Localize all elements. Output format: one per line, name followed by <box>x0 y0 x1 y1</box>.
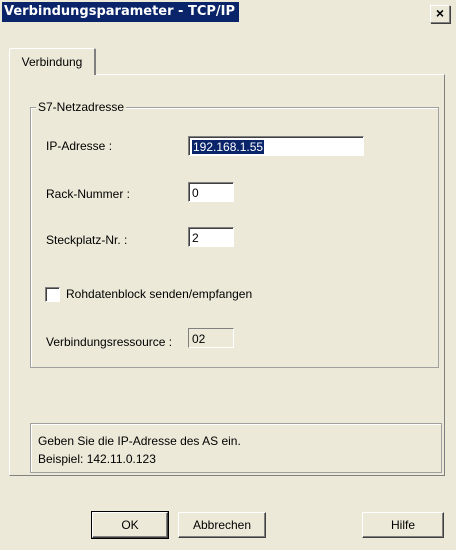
help-button-label: Hilfe <box>390 518 415 532</box>
cancel-button-label: Abbrechen <box>192 518 252 532</box>
connection-resource-field: 02 <box>188 328 234 348</box>
slot-number-label: Steckplatz-Nr. : <box>46 233 128 247</box>
tab-label: Verbindung <box>21 55 83 69</box>
dialog-window: Verbindungsparameter - TCP/IP × Verbindu… <box>0 0 456 550</box>
close-icon: × <box>435 5 445 21</box>
help-button[interactable]: Hilfe <box>362 512 444 538</box>
raw-data-block-label: Rohdatenblock senden/empfangen <box>66 287 253 301</box>
connection-resource-label: Verbindungsressource : <box>46 335 173 349</box>
rack-number-value: 0 <box>192 186 199 200</box>
rack-number-input[interactable]: 0 <box>188 182 234 202</box>
rack-number-label: Rack-Nummer : <box>46 187 131 201</box>
hint-line-1: Geben Sie die IP-Adresse des AS ein. <box>38 434 241 448</box>
group-title: S7-Netzadresse <box>36 99 127 115</box>
close-button[interactable]: × <box>430 5 450 23</box>
slot-number-value: 2 <box>192 231 199 245</box>
connection-resource-value: 02 <box>192 332 206 346</box>
slot-number-input[interactable]: 2 <box>188 227 234 247</box>
ip-address-label: IP-Adresse : <box>46 139 113 153</box>
hint-line-2: Beispiel: 142.11.0.123 <box>38 452 156 466</box>
ip-address-value: 192.168.1.55 <box>192 140 265 154</box>
raw-data-block-checkbox[interactable] <box>45 287 60 302</box>
cancel-button[interactable]: Abbrechen <box>178 512 266 538</box>
title-bar: Verbindungsparameter - TCP/IP × <box>0 0 456 24</box>
window-title: Verbindungsparameter - TCP/IP <box>2 2 240 22</box>
ok-button-label: OK <box>121 518 139 532</box>
ip-address-input[interactable]: 192.168.1.55 <box>188 136 364 156</box>
tab-verbindung[interactable]: Verbindung <box>9 48 96 75</box>
ok-button[interactable]: OK <box>91 511 169 539</box>
